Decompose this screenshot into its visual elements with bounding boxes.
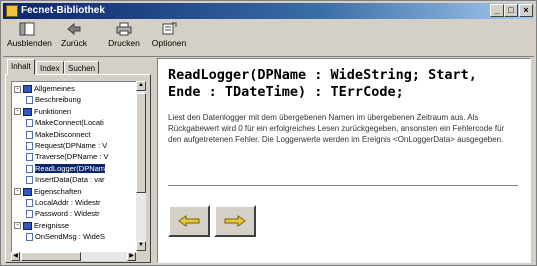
tree-node-label: ReadLogger(DPNam	[35, 163, 106, 173]
tree-horizontal-scrollbar[interactable]: ◀ ▶	[11, 252, 136, 261]
optionen-button[interactable]: Optionen	[151, 22, 187, 54]
tree-node-label: LocalAddr : Widestr	[35, 198, 101, 207]
help-page-icon	[26, 176, 33, 185]
help-page-icon	[26, 233, 33, 242]
tree-node-label: Funktionen	[34, 106, 72, 116]
collapse-toggle-icon[interactable]: -	[14, 222, 21, 230]
topic-content: ReadLogger(DPName : WideString; Start, E…	[157, 58, 531, 263]
tree-folder-node[interactable]: - Allgemeines	[14, 84, 75, 94]
tree-folder-node[interactable]: - Ereignisse	[14, 221, 69, 231]
book-icon	[23, 85, 32, 94]
tab-panel-inhalt: - Allgemeines Beschreibung - Funktionen MakeC…	[5, 74, 151, 263]
help-page-icon	[26, 96, 33, 105]
scroll-up-button[interactable]: ▲	[136, 81, 146, 91]
tree-node-label: Request(DPName : V	[35, 141, 108, 150]
tree-topic-node[interactable]: MakeDisconnect	[26, 130, 90, 140]
collapse-toggle-icon[interactable]: -	[14, 85, 21, 93]
window-title: Fecnet-Bibliothek	[21, 5, 105, 16]
collapse-toggle-icon[interactable]: -	[14, 188, 21, 196]
content-divider	[168, 185, 518, 187]
hide-pane-icon	[19, 22, 35, 36]
next-topic-button[interactable]	[214, 205, 256, 237]
title-bar[interactable]: Fecnet-Bibliothek _ □ ×	[3, 3, 534, 19]
help-page-icon	[26, 199, 33, 208]
nav-tabs: Inhalt Index Suchen	[5, 59, 151, 75]
scroll-left-button[interactable]: ◀	[11, 252, 20, 261]
drucken-button[interactable]: Drucken	[107, 22, 141, 54]
book-icon	[23, 187, 32, 196]
tree-topic-node[interactable]: MakeConnect(Locati	[26, 118, 104, 128]
toolbar: Ausblenden Zurück Drucken Optionen	[3, 20, 534, 57]
contents-tree[interactable]: - Allgemeines Beschreibung - Funktionen MakeC…	[11, 81, 137, 253]
scroll-right-button[interactable]: ▶	[127, 252, 136, 261]
tree-node-label: Allgemeines	[34, 84, 75, 93]
scroll-thumb[interactable]	[136, 93, 146, 193]
tree-node-label: OnSendMsg : WideS	[35, 232, 106, 242]
tree-topic-node[interactable]: Beschreibung	[26, 95, 81, 105]
tab-inhalt[interactable]: Inhalt	[7, 59, 35, 75]
tree-vertical-scrollbar[interactable]: ▲ ▼	[136, 81, 146, 251]
book-icon	[23, 221, 32, 230]
drucken-label: Drucken	[108, 38, 140, 48]
tree-node-label: Password : Widestr	[35, 209, 100, 219]
back-arrow-icon	[67, 22, 81, 36]
previous-topic-button[interactable]	[168, 205, 210, 237]
tree-topic-node[interactable]: ReadLogger(DPNam	[26, 163, 106, 174]
help-app-icon	[6, 5, 18, 17]
tree-topic-node[interactable]: InsertData(Data : var	[26, 175, 105, 185]
help-page-icon	[26, 210, 33, 219]
options-icon	[162, 22, 177, 35]
help-page-icon	[26, 164, 33, 173]
scroll-down-button[interactable]: ▼	[136, 241, 146, 251]
book-icon	[23, 107, 32, 116]
zurueck-button[interactable]: Zurück	[59, 22, 89, 54]
arrow-left-icon	[178, 215, 200, 227]
tree-node-label: Eigenschaften	[34, 186, 82, 196]
tree-topic-node[interactable]: Traverse(DPName : V	[26, 152, 109, 162]
tab-index[interactable]: Index	[36, 61, 64, 74]
topic-description: Liest den Datenlogger mit dem übergebene…	[168, 113, 505, 144]
tree-node-label: InsertData(Data : var	[35, 175, 105, 185]
tree-topic-node[interactable]: LocalAddr : Widestr	[26, 198, 100, 208]
ausblenden-button[interactable]: Ausblenden	[7, 22, 52, 54]
tree-topic-node[interactable]: Password : Widestr	[26, 209, 100, 219]
help-window: Fecnet-Bibliothek _ □ × Ausblenden Zurüc…	[0, 0, 537, 266]
minimize-button[interactable]: _	[490, 4, 504, 17]
content-scrollbar[interactable]	[531, 58, 536, 263]
tree-topic-node[interactable]: OnSendMsg : WideS	[26, 232, 105, 242]
tree-node-label: Ereignisse	[34, 220, 70, 230]
zurueck-label: Zurück	[61, 38, 87, 48]
tree-node-label: Beschreibung	[35, 95, 81, 105]
arrow-right-icon	[224, 215, 246, 227]
navigation-pane: Inhalt Index Suchen - Allgemeines Beschrei…	[5, 59, 151, 263]
help-page-icon	[26, 130, 33, 139]
optionen-label: Optionen	[151, 38, 187, 48]
tree-folder-node[interactable]: - Eigenschaften	[14, 187, 82, 197]
help-page-icon	[26, 142, 33, 151]
printer-icon	[116, 22, 132, 36]
help-page-icon	[26, 119, 33, 128]
tab-suchen[interactable]: Suchen	[64, 61, 100, 74]
close-button[interactable]: ×	[519, 4, 533, 17]
tree-folder-node[interactable]: - Funktionen	[14, 107, 71, 117]
hscroll-thumb[interactable]	[21, 252, 81, 261]
collapse-toggle-icon[interactable]: -	[14, 108, 21, 116]
tree-topic-node[interactable]: Request(DPName : V	[26, 141, 107, 151]
tree-node-label: MakeConnect(Locati	[35, 118, 104, 128]
help-page-icon	[26, 153, 33, 162]
topic-heading: ReadLogger(DPName : WideString; Start, E…	[168, 67, 477, 100]
ausblenden-label: Ausblenden	[7, 38, 52, 48]
tree-node-label: MakeDisconnect	[35, 129, 91, 139]
maximize-button[interactable]: □	[504, 4, 518, 17]
tree-node-label: Traverse(DPName : V	[35, 152, 109, 162]
